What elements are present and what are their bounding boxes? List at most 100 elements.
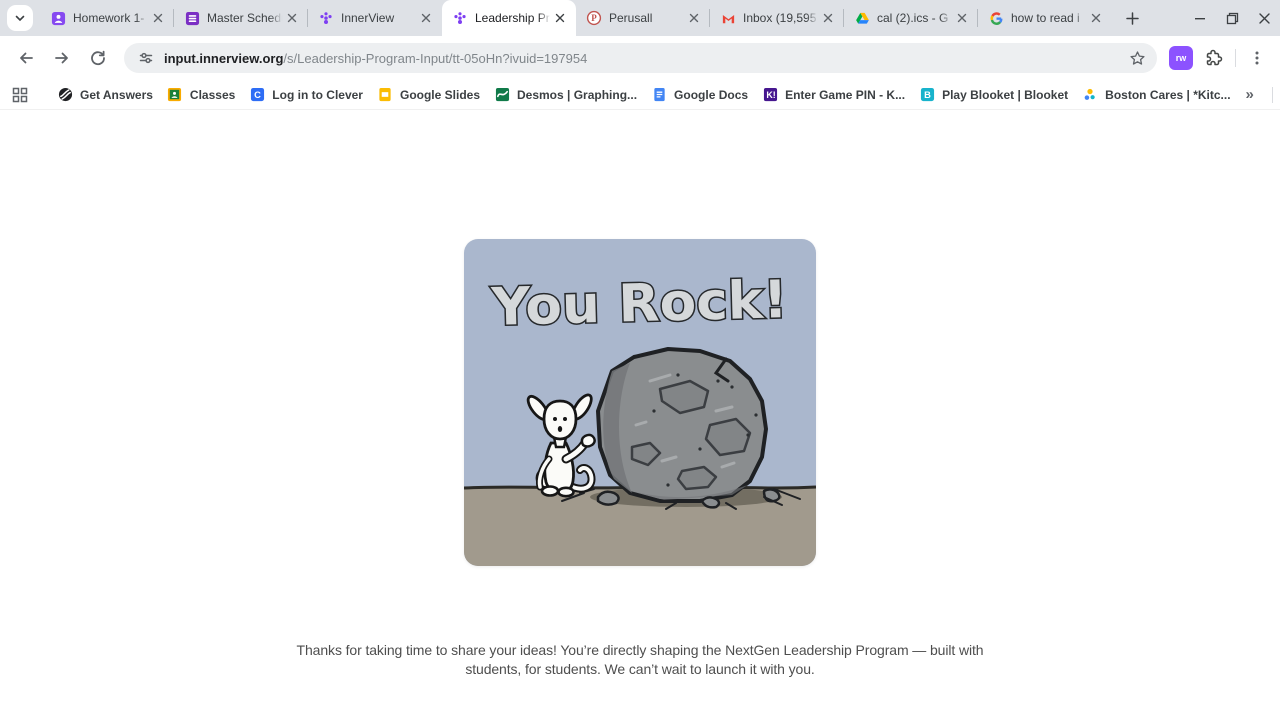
forward-button[interactable]: [46, 42, 78, 74]
url-text: input.innerview.org/s/Leadership-Program…: [164, 51, 1123, 66]
bookmarks-divider: [1271, 86, 1273, 103]
list-icon: [184, 10, 200, 26]
tab-gmail-inbox[interactable]: Inbox (19,595: [710, 0, 844, 36]
tab-innerview[interactable]: InnerView: [308, 0, 442, 36]
google-icon: [988, 10, 1004, 26]
tab-label: how to read i: [1011, 11, 1080, 25]
thank-you-line-1: Thanks for taking time to share your ide…: [296, 642, 984, 658]
browser-menu-button[interactable]: [1242, 43, 1272, 73]
tab-close-icon[interactable]: [418, 10, 434, 26]
tab-search-button[interactable]: [7, 5, 33, 31]
kahoot-icon: K!: [762, 87, 778, 103]
tab-label: cal (2).ics - G: [877, 11, 949, 25]
apps-grid-icon: [12, 87, 28, 102]
boston-cares-icon: [1082, 87, 1098, 103]
bookmark-boston-cares[interactable]: Boston Cares | *Kitc...: [1075, 83, 1237, 107]
tab-close-icon[interactable]: [686, 10, 702, 26]
tab-list: Homework 1- Master Schedu InnerView Lead…: [40, 0, 1112, 36]
google-drive-icon: [854, 10, 870, 26]
boulder: [596, 347, 768, 503]
back-arrow-icon: [20, 52, 33, 64]
bookmark-label: Google Slides: [399, 87, 480, 102]
tab-label: Master Schedu: [207, 11, 284, 25]
tab-close-icon[interactable]: [954, 10, 970, 26]
tab-close-icon[interactable]: [150, 10, 166, 26]
url-path: /s/Leadership-Program-Input/tt-05oHn?ivu…: [283, 50, 588, 66]
desmos-icon: [494, 87, 510, 103]
tab-close-icon[interactable]: [284, 10, 300, 26]
readwrite-extension-button[interactable]: rw: [1169, 46, 1193, 70]
innerview-icon: [318, 10, 334, 26]
tab-close-icon[interactable]: [552, 10, 568, 26]
docs-icon: [651, 87, 667, 103]
bookmark-google-docs[interactable]: Google Docs: [644, 83, 755, 107]
readwrite-badge-label: rw: [1175, 53, 1187, 63]
globe-icon: [57, 87, 73, 103]
back-button[interactable]: [10, 42, 42, 74]
site-settings-icon[interactable]: [134, 46, 158, 70]
bookmark-label: Play Blooket | Blooket: [942, 87, 1069, 102]
classroom-person-icon: [50, 10, 66, 26]
extensions-button[interactable]: [1199, 43, 1229, 73]
restore-icon: [1226, 12, 1238, 24]
tab-strip: Homework 1- Master Schedu InnerView Lead…: [0, 0, 1280, 36]
bookmark-get-answers[interactable]: Get Answers: [50, 83, 160, 107]
thank-you-line-2: students, for students. We can’t wait to…: [465, 661, 815, 677]
browser-toolbar: input.innerview.org/s/Leadership-Program…: [0, 36, 1280, 80]
tab-google-search[interactable]: how to read i: [978, 0, 1112, 36]
tab-leadership-program[interactable]: Leadership Pr: [442, 0, 576, 36]
bookmarks-bar: Get Answers Classes C Log in to Clever G…: [0, 80, 1280, 110]
bookmark-clever[interactable]: C Log in to Clever: [242, 83, 370, 107]
thank-you-message: Thanks for taking time to share your ide…: [0, 641, 1280, 679]
you-rock-caption: You Rock!: [490, 270, 788, 338]
tab-close-icon[interactable]: [1088, 10, 1104, 26]
blooket-icon: B: [919, 87, 935, 103]
bookmark-kahoot[interactable]: K! Enter Game PIN - K...: [755, 83, 912, 107]
tab-drive-file[interactable]: cal (2).ics - G: [844, 0, 978, 36]
innerview-icon: [452, 10, 468, 26]
tab-homework[interactable]: Homework 1-: [40, 0, 174, 36]
bookmark-google-slides[interactable]: Google Slides: [370, 83, 487, 107]
new-tab-button[interactable]: [1118, 4, 1146, 32]
svg-text:P: P: [591, 13, 597, 23]
kebab-menu-icon: [1255, 51, 1259, 65]
reload-button[interactable]: [82, 42, 114, 74]
forward-arrow-icon: [55, 52, 68, 64]
bookmark-label: Boston Cares | *Kitc...: [1105, 87, 1231, 102]
puzzle-icon: [1206, 49, 1223, 66]
window-controls: [1184, 0, 1280, 36]
apps-grid-button[interactable]: [10, 83, 30, 107]
bookmark-label: Get Answers: [80, 87, 153, 102]
bookmark-label: Enter Game PIN - K...: [785, 87, 906, 102]
you-rock-cartoon: You Rock!: [464, 239, 816, 566]
you-rock-illustration: You Rock!: [464, 239, 816, 566]
url-host: input.innerview.org: [164, 50, 284, 66]
bookmark-label: Desmos | Graphing...: [517, 87, 638, 102]
bookmark-label: Log in to Clever: [272, 87, 363, 102]
toolbar-divider: [1235, 49, 1236, 67]
restore-button[interactable]: [1216, 0, 1248, 36]
star-icon: [1129, 50, 1145, 65]
tab-close-icon[interactable]: [820, 10, 836, 26]
bookmarks-overflow-button[interactable]: »: [1238, 86, 1262, 103]
tab-master-schedule[interactable]: Master Schedu: [174, 0, 308, 36]
tab-label: Leadership Pr: [475, 11, 550, 25]
bookmark-desmos[interactable]: Desmos | Graphing...: [487, 83, 644, 107]
tab-perusall[interactable]: P Perusall: [576, 0, 710, 36]
clever-icon: C: [249, 87, 265, 103]
svg-text:C: C: [254, 90, 261, 100]
bookmark-star-button[interactable]: [1123, 44, 1151, 72]
bookmark-classes[interactable]: Classes: [160, 83, 242, 107]
tab-label: Perusall: [609, 11, 653, 25]
svg-text:B: B: [924, 90, 931, 100]
perusall-icon: P: [586, 10, 602, 26]
tab-label: Homework 1-: [73, 11, 145, 25]
tab-label: InnerView: [341, 11, 395, 25]
minimize-button[interactable]: [1184, 0, 1216, 36]
chevron-down-icon: [15, 15, 25, 22]
address-bar[interactable]: input.innerview.org/s/Leadership-Program…: [124, 43, 1157, 73]
minimize-icon: [1195, 18, 1205, 20]
close-window-button[interactable]: [1248, 0, 1280, 36]
svg-text:!: !: [772, 90, 775, 100]
bookmark-blooket[interactable]: B Play Blooket | Blooket: [912, 83, 1075, 107]
